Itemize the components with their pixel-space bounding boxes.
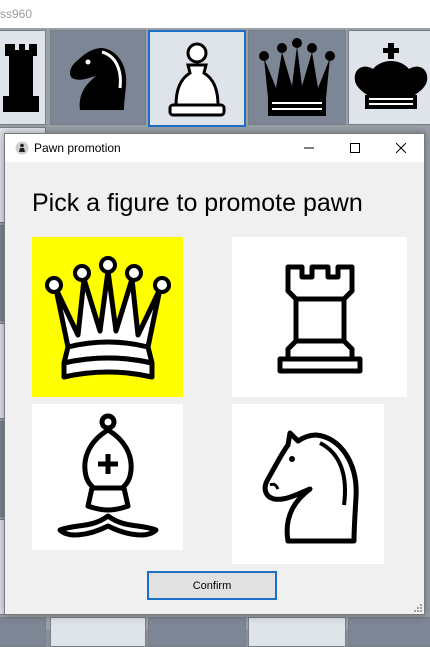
board-square[interactable] — [50, 617, 146, 647]
minimize-button[interactable] — [286, 134, 332, 162]
promote-rook-option[interactable] — [232, 237, 407, 397]
knight-icon — [262, 430, 359, 544]
board-square[interactable] — [248, 617, 346, 647]
board-square[interactable] — [148, 617, 246, 647]
pawn-icon — [168, 42, 226, 116]
board-square-rook[interactable] — [0, 30, 46, 125]
queen-icon — [44, 256, 171, 380]
knight-icon — [70, 47, 127, 110]
rook-icon — [277, 264, 362, 374]
rook-icon — [3, 43, 39, 112]
board-square[interactable] — [348, 617, 430, 647]
promote-queen-option[interactable] — [32, 237, 183, 397]
board-square-pawn-selected[interactable] — [148, 30, 246, 127]
board-square-queen[interactable] — [248, 30, 346, 125]
pawn-promotion-dialog: Pawn promotion Pick a figure to promote … — [4, 133, 425, 615]
board-square-knight[interactable] — [50, 30, 146, 125]
minimize-icon — [304, 147, 314, 149]
confirm-button[interactable]: Confirm — [147, 571, 277, 600]
close-icon — [396, 143, 406, 153]
dialog-heading: Pick a figure to promote pawn — [32, 189, 363, 217]
promote-knight-option[interactable] — [232, 404, 384, 564]
maximize-icon — [350, 143, 360, 153]
pawn-icon — [15, 141, 29, 155]
dialog-title: Pawn promotion — [34, 141, 121, 155]
close-button[interactable] — [378, 134, 424, 162]
parent-window-title: ss960 — [0, 7, 33, 21]
promote-bishop-option[interactable] — [32, 404, 183, 550]
maximize-button[interactable] — [332, 134, 378, 162]
dialog-titlebar[interactable]: Pawn promotion — [5, 134, 424, 162]
parent-window-titlebar: ss960 — [0, 0, 430, 28]
board-square[interactable] — [0, 617, 46, 647]
king-icon — [354, 42, 428, 109]
bishop-icon — [57, 413, 158, 538]
resize-grip-icon[interactable] — [412, 602, 422, 612]
board-square-king[interactable] — [348, 30, 430, 125]
queen-icon — [259, 37, 335, 116]
